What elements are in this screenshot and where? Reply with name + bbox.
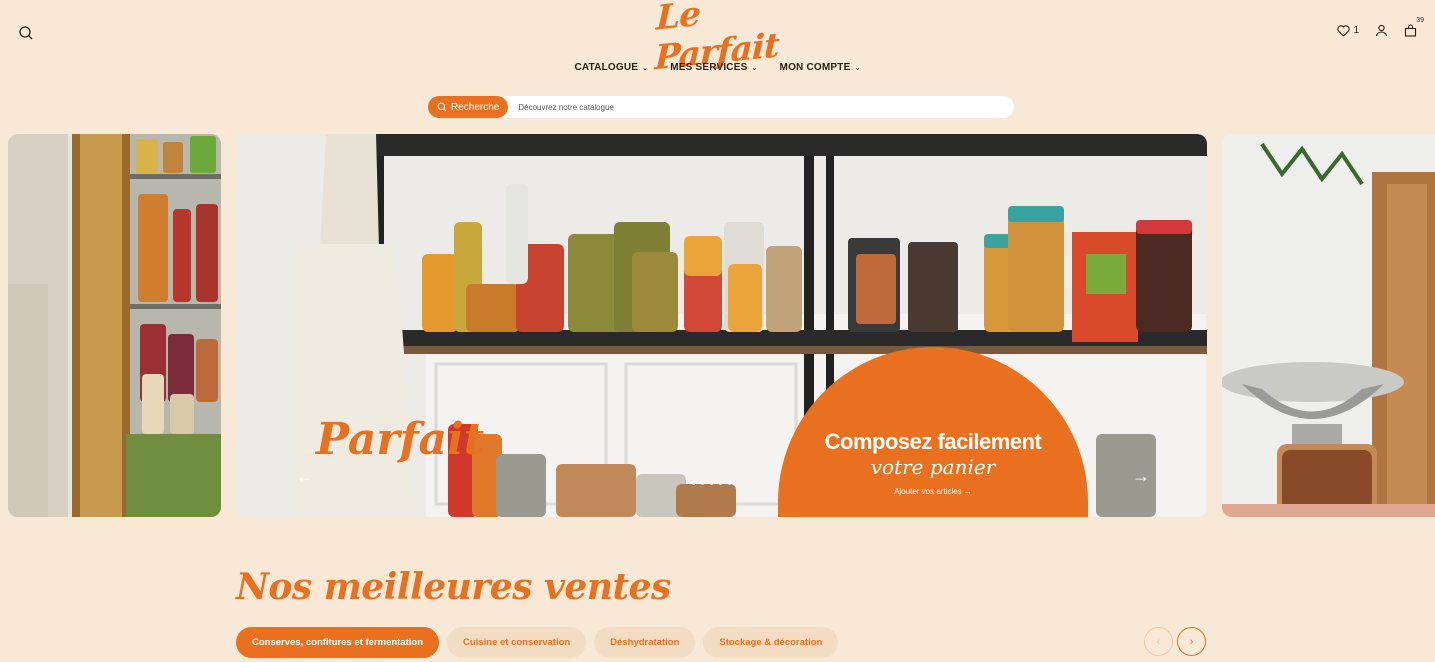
- wishlist-count: 1: [1353, 25, 1359, 36]
- wishlist-button[interactable]: 1: [1337, 24, 1359, 37]
- search-button[interactable]: Recherche: [428, 96, 509, 118]
- cart-button[interactable]: 39: [1404, 17, 1424, 37]
- nav-item-catalogue[interactable]: CATALOGUE ⌄: [574, 62, 648, 73]
- pager-next-button[interactable]: ›: [1177, 627, 1206, 656]
- brand-logo[interactable]: Le Parfait: [654, 0, 779, 78]
- main-nav: CATALOGUE ⌄ MES SERVICES ⌄ MON COMPTE ⌄: [0, 62, 1435, 73]
- carousel-slide-next[interactable]: [1222, 134, 1435, 517]
- category-tabs: Conserves, confitures et fermentation Cu…: [236, 627, 839, 658]
- account-button[interactable]: [1375, 24, 1388, 37]
- product-pager: ‹ ›: [1144, 627, 1206, 656]
- nav-label: MES SERVICES: [670, 62, 748, 73]
- search-icon[interactable]: [18, 25, 34, 41]
- header-actions: 1 39: [1337, 17, 1424, 37]
- carousel-dots: [692, 482, 731, 485]
- carousel-dot[interactable]: [701, 482, 704, 485]
- carousel-next-arrow[interactable]: →: [1132, 466, 1150, 487]
- pager-prev-button[interactable]: ‹: [1144, 627, 1173, 656]
- bag-icon: [1404, 24, 1417, 37]
- carousel-dot[interactable]: [719, 482, 722, 485]
- add-items-link[interactable]: Ajouter vos articles →: [778, 487, 1088, 496]
- tab-stockage[interactable]: Stockage & décoration: [703, 627, 839, 658]
- nav-label: MON COMPTE: [779, 62, 851, 73]
- carousel-prev-arrow[interactable]: ←: [296, 466, 314, 487]
- carousel-slide-previous[interactable]: [8, 134, 221, 517]
- cta-subheadline: votre panier: [870, 455, 996, 479]
- chevron-down-icon: ⌄: [854, 64, 861, 72]
- cta-headline: Composez facilement: [824, 429, 1042, 454]
- pantry-image: [8, 134, 221, 517]
- tab-cuisine[interactable]: Cuisine et conservation: [447, 627, 587, 658]
- user-icon: [1375, 24, 1388, 37]
- funnel-jar-image: [1222, 134, 1435, 517]
- search-bar: Recherche: [428, 96, 1014, 118]
- best-sellers-title: Nos meilleures ventes: [236, 566, 671, 608]
- tab-deshydratation[interactable]: Déshydratation: [594, 627, 696, 658]
- nav-item-services[interactable]: MES SERVICES ⌄: [670, 62, 757, 73]
- chevron-down-icon: ⌄: [751, 64, 758, 72]
- tab-conserves[interactable]: Conserves, confitures et fermentation: [236, 627, 440, 658]
- nav-item-account[interactable]: MON COMPTE ⌄: [780, 62, 861, 73]
- cart-count: 39: [1416, 17, 1424, 24]
- search-button-label: Recherche: [451, 101, 500, 113]
- carousel-dot[interactable]: [710, 482, 713, 485]
- search-icon: [437, 102, 447, 112]
- chevron-down-icon: ⌄: [642, 64, 649, 72]
- carousel-dot[interactable]: [728, 482, 731, 485]
- carousel-dot[interactable]: [692, 482, 695, 485]
- search-input[interactable]: [518, 102, 989, 112]
- apron-logo-text: Parfait: [314, 414, 484, 465]
- heart-icon: [1337, 24, 1351, 37]
- nav-label: CATALOGUE: [574, 62, 639, 73]
